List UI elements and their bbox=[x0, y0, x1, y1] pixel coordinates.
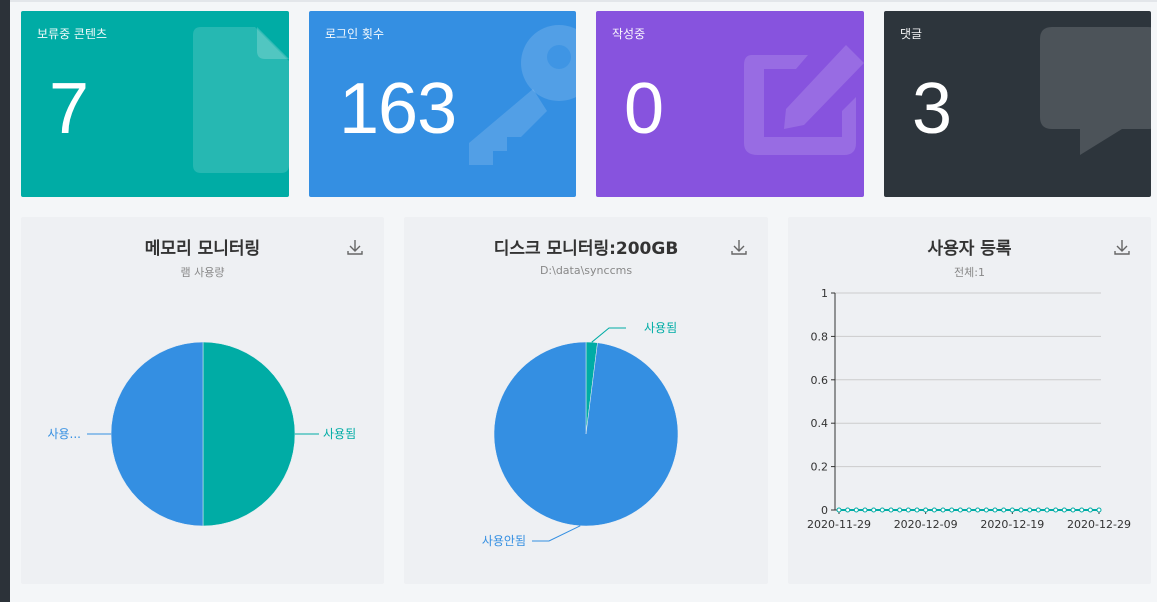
data-point[interactable] bbox=[1096, 507, 1102, 513]
data-point[interactable] bbox=[845, 507, 851, 513]
data-point[interactable] bbox=[853, 507, 859, 513]
data-point[interactable] bbox=[1035, 507, 1041, 513]
data-point[interactable] bbox=[957, 507, 963, 513]
x-tick-label: 2020-11-29 bbox=[807, 518, 871, 531]
data-point[interactable] bbox=[1009, 507, 1015, 513]
sidebar-edge bbox=[0, 0, 10, 602]
card-value: 163 bbox=[339, 69, 457, 149]
x-tick-label: 2020-12-19 bbox=[980, 518, 1044, 531]
card-label: 보류중 콘텐츠 bbox=[37, 27, 108, 41]
data-point[interactable] bbox=[966, 507, 972, 513]
data-point[interactable] bbox=[1044, 507, 1050, 513]
card-label: 댓글 bbox=[900, 27, 923, 41]
card-label: 작성중 bbox=[612, 27, 646, 41]
comment-icon bbox=[1040, 27, 1151, 155]
data-point[interactable] bbox=[914, 507, 920, 513]
pie-slice[interactable] bbox=[110, 341, 204, 527]
user-registration-panel: 사용자 등록 전체:1 0 0.2 0.4 0.6 0.8 1 2020-11-29 2020… bbox=[788, 217, 1151, 584]
pie-slice[interactable] bbox=[202, 341, 296, 527]
data-point[interactable] bbox=[931, 507, 937, 513]
memory-pie-chart: 사용됨 사용... bbox=[47, 341, 356, 527]
data-point[interactable] bbox=[1018, 507, 1024, 513]
stat-card-pending-content[interactable]: 보류중 콘텐츠 7 bbox=[21, 11, 289, 197]
pie-label: 사용안됨 bbox=[482, 534, 526, 548]
disk-pie-chart: 사용됨사용안됨 bbox=[482, 321, 679, 548]
y-tick-label: 0.4 bbox=[811, 417, 829, 430]
data-point[interactable] bbox=[1061, 507, 1067, 513]
key-icon bbox=[469, 25, 576, 165]
data-point[interactable] bbox=[949, 507, 955, 513]
data-point[interactable] bbox=[836, 507, 842, 513]
card-value: 7 bbox=[49, 69, 89, 149]
document-icon bbox=[193, 27, 289, 173]
data-point[interactable] bbox=[905, 507, 911, 513]
data-point[interactable] bbox=[923, 507, 929, 513]
data-point[interactable] bbox=[1053, 507, 1059, 513]
data-point[interactable] bbox=[1070, 507, 1076, 513]
card-label: 로그인 횟수 bbox=[325, 27, 385, 41]
x-tick-label: 2020-12-09 bbox=[894, 518, 958, 531]
pie-slice[interactable] bbox=[493, 341, 679, 527]
pie-label-line bbox=[591, 327, 626, 343]
data-point[interactable] bbox=[992, 507, 998, 513]
y-tick-label: 0.6 bbox=[811, 374, 829, 387]
data-point[interactable] bbox=[975, 507, 981, 513]
data-point[interactable] bbox=[940, 507, 946, 513]
pie-label: 사용됨 bbox=[644, 321, 677, 335]
data-point[interactable] bbox=[1087, 507, 1093, 513]
data-point[interactable] bbox=[879, 507, 885, 513]
y-tick-label: 0.2 bbox=[811, 461, 829, 474]
stat-card-login-count[interactable]: 로그인 횟수 163 bbox=[309, 11, 576, 197]
data-point[interactable] bbox=[897, 507, 903, 513]
y-tick-label: 1 bbox=[821, 287, 828, 300]
pie-label: 사용됨 bbox=[323, 427, 356, 441]
data-point[interactable] bbox=[888, 507, 894, 513]
stat-card-drafts[interactable]: 작성중 0 bbox=[596, 11, 864, 197]
pie-label-line bbox=[532, 525, 581, 542]
memory-monitoring-panel: 메모리 모니터링 램 사용량 사용됨 사용... bbox=[21, 217, 384, 584]
card-value: 3 bbox=[912, 69, 952, 149]
data-point[interactable] bbox=[1001, 507, 1007, 513]
pie-label: 사용... bbox=[47, 427, 81, 441]
x-tick-label: 2020-12-29 bbox=[1067, 518, 1131, 531]
edit-icon bbox=[744, 45, 864, 155]
data-point[interactable] bbox=[862, 507, 868, 513]
y-tick-label: 0.8 bbox=[811, 330, 829, 343]
user-registration-line-chart: 0 0.2 0.4 0.6 0.8 1 2020-11-29 2020-12-09 2020-1… bbox=[807, 287, 1131, 531]
data-point[interactable] bbox=[1027, 507, 1033, 513]
card-value: 0 bbox=[624, 69, 664, 149]
disk-monitoring-panel: 디스크 모니터링:200GB D:\data\synccms 사용됨 사용안됨 bbox=[404, 217, 768, 584]
stat-card-comments[interactable]: 댓글 3 bbox=[884, 11, 1151, 197]
data-point[interactable] bbox=[1079, 507, 1085, 513]
y-tick-label: 0 bbox=[821, 504, 828, 517]
data-point[interactable] bbox=[871, 507, 877, 513]
header-divider bbox=[10, 0, 1157, 2]
data-point[interactable] bbox=[983, 507, 989, 513]
